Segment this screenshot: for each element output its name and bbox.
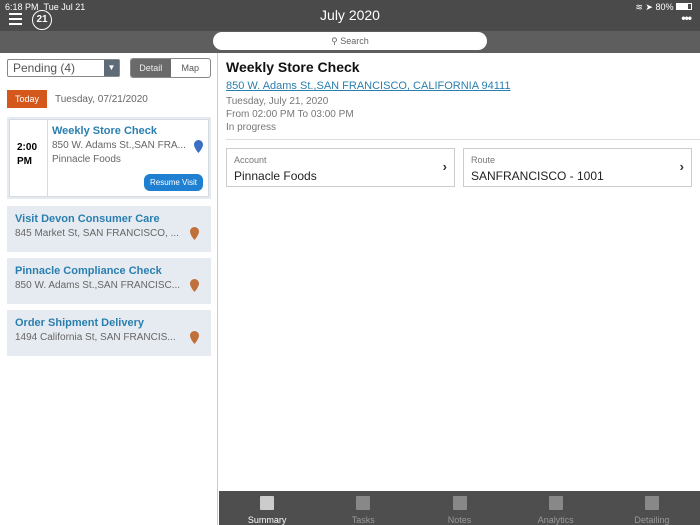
chevron-down-icon: ▼	[104, 60, 119, 76]
visit-address: 850 W. Adams St.,SAN FRA...	[52, 140, 186, 151]
visit-card[interactable]: Pinnacle Compliance Check 850 W. Adams S…	[7, 258, 211, 304]
account-label: Account	[234, 155, 267, 165]
tab-label: Tasks	[351, 515, 375, 525]
visit-card[interactable]: Order Shipment Delivery 1494 California …	[7, 310, 211, 356]
visit-time: 2:00 PM	[10, 120, 48, 196]
analytics-icon	[548, 496, 563, 510]
tab-notes[interactable]: Notes	[411, 491, 507, 525]
map-pin-icon[interactable]	[190, 227, 199, 240]
filter-select[interactable]: Pending (4) ▼	[7, 59, 120, 77]
map-pin-icon[interactable]	[194, 140, 203, 153]
chevron-right-icon: ›	[442, 159, 447, 174]
today-button[interactable]: Today	[7, 90, 48, 108]
tasks-icon	[356, 496, 371, 510]
divider	[226, 139, 700, 140]
detail-date: Tuesday, July 21, 2020	[226, 96, 329, 107]
tab-analytics[interactable]: Analytics	[508, 491, 604, 525]
detail-tab[interactable]: Detail	[131, 59, 171, 77]
visit-account: Pinnacle Foods	[52, 154, 121, 165]
detailing-icon	[644, 496, 659, 510]
page-title: July 2020	[320, 7, 380, 23]
visit-title: Order Shipment Delivery	[15, 317, 144, 329]
location-icon: ➤	[645, 2, 653, 12]
summary-icon	[260, 496, 275, 510]
bottom-tab-bar: Summary Tasks Notes Analytics Detailing	[219, 491, 700, 525]
detail-address-link[interactable]: 850 W. Adams St.,SAN FRANCISCO, CALIFORN…	[226, 80, 510, 92]
visit-card[interactable]: 2:00 PM Weekly Store Check 850 W. Adams S…	[7, 117, 211, 199]
search-bar: ⚲ Search	[0, 31, 700, 53]
map-pin-icon[interactable]	[190, 279, 199, 292]
visit-title: Pinnacle Compliance Check	[15, 265, 162, 277]
time-ampm: PM	[17, 156, 32, 167]
map-pin-icon[interactable]	[190, 331, 199, 344]
search-input[interactable]: ⚲ Search	[213, 32, 487, 50]
tab-label: Analytics	[537, 515, 574, 525]
visit-detail-panel: Weekly Store Check 850 W. Adams St.,SAN …	[219, 53, 700, 491]
resume-visit-button[interactable]: Resume Visit	[144, 174, 203, 191]
top-bar: 6:18 PM Tue Jul 21 21 July 2020 ≋ ➤ 80% …	[0, 0, 700, 31]
search-placeholder: Search	[340, 36, 369, 46]
tab-label: Detailing	[634, 515, 670, 525]
notes-icon	[452, 496, 467, 510]
map-tab[interactable]: Map	[171, 59, 211, 77]
tab-label: Summary	[247, 515, 287, 525]
visit-address: 845 Market St, SAN FRANCISCO, ...	[15, 228, 179, 239]
account-value: Pinnacle Foods	[234, 169, 317, 183]
detail-time: From 02:00 PM To 03:00 PM	[226, 109, 354, 120]
detail-title: Weekly Store Check	[226, 59, 360, 75]
tab-detailing[interactable]: Detailing	[604, 491, 700, 525]
tab-summary[interactable]: Summary	[219, 491, 315, 525]
visit-address: 850 W. Adams St.,SAN FRANCISC...	[15, 280, 181, 291]
detail-status: In progress	[226, 122, 277, 133]
view-toggle: Detail Map	[130, 58, 211, 78]
route-label: Route	[471, 155, 496, 165]
visit-title: Weekly Store Check	[52, 125, 157, 137]
list-date: Tuesday, 07/21/2020	[55, 94, 148, 105]
tab-label: Notes	[447, 515, 472, 525]
wifi-icon: ≋	[635, 2, 643, 12]
route-value: SANFRANCISCO - 1001	[471, 169, 604, 183]
filter-value: Pending (4)	[13, 61, 76, 75]
route-field[interactable]: Route SANFRANCISCO - 1001 ›	[463, 148, 692, 187]
battery-icon	[676, 3, 692, 10]
battery-level: 80%	[655, 2, 674, 12]
account-field[interactable]: Account Pinnacle Foods ›	[226, 148, 455, 187]
tab-tasks[interactable]: Tasks	[315, 491, 411, 525]
visit-card[interactable]: Visit Devon Consumer Care 845 Market St,…	[7, 206, 211, 252]
visit-list-panel: Pending (4) ▼ Detail Map Today Tuesday, 0…	[0, 53, 218, 525]
chevron-right-icon: ›	[679, 159, 684, 174]
search-icon: ⚲	[331, 36, 338, 46]
visit-address: 1494 California St, SAN FRANCIS...	[15, 332, 176, 343]
time-value: 2:00	[17, 142, 38, 153]
more-icon[interactable]: •••	[681, 11, 692, 25]
visit-title: Visit Devon Consumer Care	[15, 213, 160, 225]
